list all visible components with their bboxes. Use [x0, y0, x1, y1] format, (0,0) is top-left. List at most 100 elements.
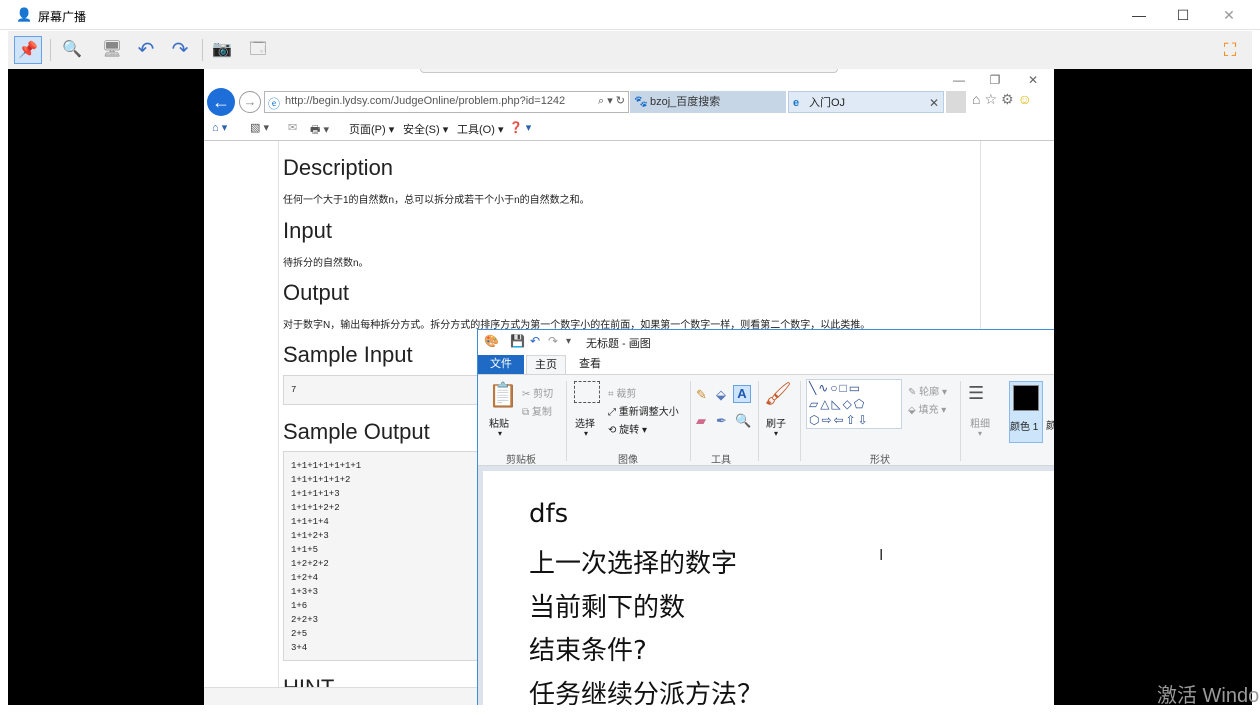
color1-selector[interactable]: 颜色 1 — [1009, 381, 1043, 443]
rotate-button[interactable]: ⟲ 旋转 ▾ — [608, 421, 647, 436]
new-tab-button[interactable] — [946, 91, 966, 113]
eraser-icon[interactable]: ▰ — [696, 413, 706, 429]
rotate-label: 旋转 ▾ — [619, 425, 647, 436]
browser-restore-button[interactable]: ❐ — [980, 71, 1010, 89]
home-favorites-settings-icons[interactable]: ⌂☆⚙☺ — [972, 91, 1036, 108]
undo-icon[interactable]: ↶ — [530, 334, 540, 348]
pin-icon[interactable]: 📌 — [14, 36, 42, 64]
sample-output-line: 1+2+4 — [291, 573, 319, 583]
drawing-canvas[interactable]: dfs 上一次选择的数字 当前剩下的数 结束条件? 任务继续分派方法？ I — [483, 471, 1054, 705]
color2-label[interactable]: 颜 — [1046, 417, 1054, 432]
page-menu[interactable]: 页面(P) ▾ — [349, 121, 394, 137]
canvas-text-line: dfs — [529, 499, 569, 529]
cut-label: 剪切 — [533, 389, 554, 400]
maximize-button[interactable]: ☐ — [1160, 0, 1206, 30]
input-text: 待拆分的自然数n。 — [283, 258, 369, 269]
copy-label: 复制 — [531, 407, 552, 418]
fullscreen-icon[interactable]: ⛶ — [1216, 36, 1244, 64]
activation-watermark: 激活 Windo — [1157, 685, 1260, 707]
text-tool-icon[interactable]: A — [733, 385, 751, 403]
magnifier-icon[interactable]: 🔍 — [735, 413, 751, 429]
mail-icon[interactable]: ✉ — [288, 121, 297, 134]
color-picker-icon[interactable]: ✒ — [716, 413, 727, 429]
brush-button[interactable]: 刷子 — [766, 415, 786, 430]
minimize-button[interactable]: — — [1116, 0, 1162, 30]
cut-button[interactable]: ✂ 剪切 — [522, 385, 553, 400]
select-dropdown-icon[interactable]: ▾ — [584, 429, 588, 438]
text-cursor-icon: I — [879, 547, 884, 564]
sample-output-line: 2+2+3 — [291, 615, 319, 625]
camera-icon[interactable]: 📷 — [208, 36, 236, 64]
tools-menu[interactable]: 工具(O) ▾ — [457, 121, 503, 137]
monitor-icon[interactable]: 🖥 — [98, 36, 126, 64]
tab-label: 入门OJ — [809, 97, 846, 109]
close-button[interactable]: ✕ — [1206, 0, 1252, 30]
crop-button[interactable]: ⌗ 裁剪 — [608, 385, 636, 400]
shapes-row-3[interactable]: ⬡⇨⇦⇧⇩ — [809, 413, 870, 427]
home-icon[interactable]: ⌂ ▾ — [212, 121, 227, 134]
back-button[interactable]: ← — [207, 88, 235, 116]
resize-button[interactable]: ⤢ 重新调整大小 — [608, 403, 679, 418]
sample-output-line: 1+6 — [291, 601, 308, 611]
resize-label: 重新调整大小 — [618, 407, 679, 418]
sample-input-heading: Sample Input — [283, 342, 413, 367]
sample-output-line: 3+4 — [291, 643, 308, 653]
customize-quick-access-icon[interactable]: ▾ — [566, 336, 571, 347]
address-bar[interactable]: ⓔ http://begin.lydsy.com/JudgeOnline/pro… — [264, 91, 629, 113]
brush-dropdown-icon[interactable]: ▾ — [774, 429, 778, 438]
shapes-row-1[interactable]: ╲∿○□▭ — [809, 381, 862, 395]
sample-output-line: 1+1+1+1+3 — [291, 489, 340, 499]
redo-icon[interactable]: ↷ — [166, 36, 194, 64]
safety-menu[interactable]: 安全(S) ▾ — [403, 121, 448, 137]
tab-home[interactable]: 主页 — [526, 355, 566, 374]
copy-button[interactable]: ⧉ 复制 — [522, 403, 552, 418]
browser-minimize-button[interactable]: — — [944, 71, 974, 89]
paint-title: 无标题 - 画图 — [586, 338, 651, 350]
tab-file[interactable]: 文件 — [478, 355, 524, 374]
help-icon[interactable]: ❓ ▾ — [509, 121, 531, 134]
ribbon-separator — [566, 381, 567, 461]
address-url[interactable]: http://begin.lydsy.com/JudgeOnline/probl… — [285, 95, 565, 107]
image-group-label: 图像 — [618, 455, 638, 466]
tab-bzoj-search[interactable]: 🐾 bzoj_百度搜索 — [630, 91, 786, 113]
redo-icon[interactable]: ↷ — [548, 334, 558, 348]
select-icon[interactable] — [574, 381, 600, 403]
tab-close-icon[interactable]: ✕ — [929, 92, 939, 114]
paste-button[interactable]: 粘贴 — [489, 415, 509, 430]
smiley-icon[interactable]: ☺ — [1018, 91, 1036, 107]
save-icon[interactable]: 💾 — [510, 334, 525, 348]
forward-button[interactable]: → — [239, 91, 261, 113]
pencil-icon[interactable]: ✎ — [696, 387, 707, 403]
address-actions-icon[interactable]: ⌕ ▾ ↻ — [598, 94, 625, 108]
toolbar-separator — [202, 39, 203, 61]
shapes-row-2[interactable]: ▱△◺◇⬠ — [809, 397, 866, 411]
ribbon-tabs: 文件 主页 查看 — [478, 355, 1054, 374]
size-button[interactable]: 粗细 — [970, 415, 990, 430]
paste-icon[interactable]: 📋 — [488, 381, 518, 410]
select-button[interactable]: 选择 — [575, 415, 595, 430]
canvas-text-line: 上一次选择的数字 — [529, 549, 738, 579]
outline-button[interactable]: ✎ 轮廓 ▾ — [908, 383, 947, 398]
sample-output-line: 1+1+5 — [291, 545, 319, 555]
screens-icon[interactable]: 🗔 — [244, 36, 272, 64]
color1-label: 颜色 1 — [1010, 422, 1039, 433]
tab-entry-oj[interactable]: e 入门OJ ✕ — [788, 91, 944, 113]
tab-view[interactable]: 查看 — [570, 355, 610, 374]
zoom-icon[interactable]: 🔍 — [58, 36, 86, 64]
feeds-icon[interactable]: ▧ ▾ — [250, 121, 269, 134]
screen-broadcast-window: 👤 屏幕广播 — ☐ ✕ 📌 🔍 🖥 ↶ ↷ 📷 🗔 ⛶ — ❐ ✕ ← → ⓔ… — [0, 0, 1260, 715]
canvas-area: dfs 上一次选择的数字 当前剩下的数 结束条件? 任务继续分派方法？ I — [478, 466, 1054, 705]
shapes-gallery[interactable]: ╲∿○□▭ ▱△◺◇⬠ ⬡⇨⇦⇧⇩ — [806, 379, 902, 429]
fill-button[interactable]: ⬙ 填充 ▾ — [908, 401, 946, 416]
brush-icon[interactable]: 🖌 — [764, 381, 792, 407]
size-lines-icon[interactable]: ☰ — [968, 383, 984, 404]
fill-bucket-icon[interactable]: ⬙ — [716, 387, 726, 403]
browser-close-button[interactable]: ✕ — [1018, 71, 1048, 89]
print-icon[interactable]: 🖶 ▾ — [310, 121, 329, 140]
outline-label: 轮廓 ▾ — [919, 387, 947, 398]
size-dropdown-icon[interactable]: ▾ — [978, 429, 982, 438]
home-star-gear-icon[interactable]: ⌂☆⚙ — [972, 91, 1018, 107]
undo-icon[interactable]: ↶ — [132, 36, 160, 64]
paste-dropdown-icon[interactable]: ▾ — [498, 429, 502, 438]
ie-page-icon: ⓔ — [268, 97, 281, 111]
